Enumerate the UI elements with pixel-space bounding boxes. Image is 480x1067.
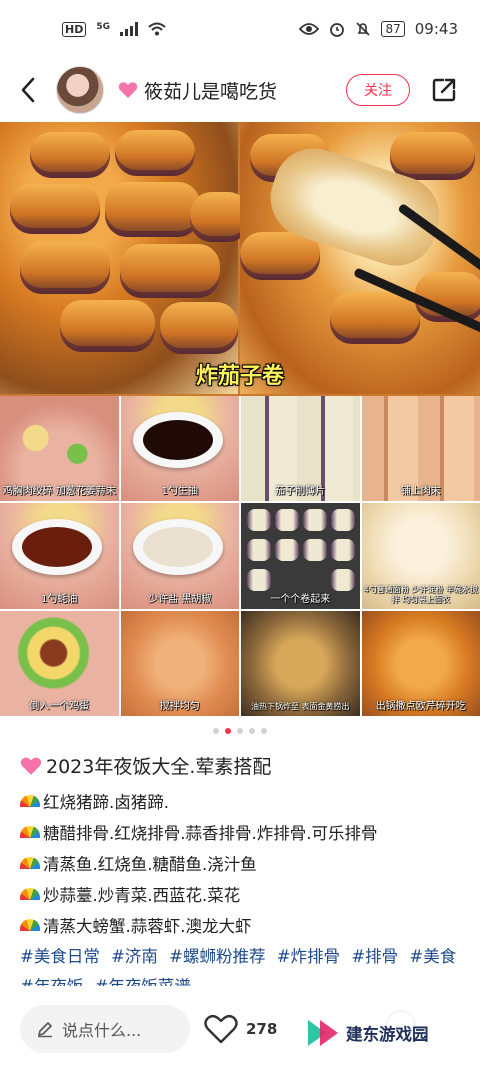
- wifi-icon: [148, 22, 166, 36]
- hashtag-link[interactable]: #年夜饭: [20, 977, 83, 986]
- hashtag-link[interactable]: #螺蛳粉推荐: [169, 947, 265, 966]
- hashtag-link[interactable]: #美食日常: [20, 947, 100, 966]
- post-content: 2023年夜饭大全.荤素搭配 红烧猪蹄.卤猪蹄. 糖醋排骨.红烧排骨.蒜香排骨.…: [20, 752, 466, 986]
- like-button[interactable]: 278: [204, 1014, 277, 1044]
- step-label: 一个个卷起来: [270, 593, 331, 605]
- comment-placeholder: 说点什么...: [62, 1020, 142, 1040]
- page-dot: [237, 728, 243, 734]
- step-cell: 出锅撒点欧芹碎开吃: [361, 610, 480, 716]
- image-carousel[interactable]: 炸茄子卷 鸡胸肉绞碎 加葱花姜蒜末 1勺生抽 茄子削薄片 铺上肉末 1勺蚝油 少…: [0, 122, 480, 716]
- hashtag-link[interactable]: #美食: [409, 947, 456, 966]
- page-dot: [261, 728, 267, 734]
- author-avatar[interactable]: [56, 66, 104, 114]
- step-cell: 鸡胸肉绞碎 加葱花姜蒜末: [0, 396, 119, 502]
- post-line: 红烧猪蹄.卤猪蹄.: [20, 787, 466, 818]
- comment-input[interactable]: 说点什么...: [20, 1004, 190, 1053]
- hashtag-link[interactable]: #年夜饭菜谱: [95, 977, 191, 986]
- pink-heart-icon: [118, 82, 138, 98]
- hero-title: 炸茄子卷: [195, 364, 284, 389]
- hashtag-list: #美食日常 #济南 #螺蛳粉推荐 #炸排骨 #排骨 #美食 #年夜饭 #年夜饭菜…: [20, 942, 466, 986]
- fried-rolls-photo: [0, 122, 250, 394]
- step-label: 1勺生抽: [161, 486, 198, 498]
- signal-icon: [120, 22, 138, 36]
- post-line: 糖醋排骨.红烧排骨.蒜香排骨.炸排骨.可乐排骨: [20, 818, 466, 849]
- step-label: 倒入一个鸡蛋: [29, 701, 90, 712]
- carousel-pagination: [0, 728, 480, 734]
- post-line-text: 红烧猪蹄.卤猪蹄.: [43, 793, 169, 812]
- step-cell: 1勺生抽: [120, 396, 239, 502]
- post-line: 炒蒜薹.炒青菜.西蓝花.菜花: [20, 880, 466, 911]
- step-cell: 少许盐 黑胡椒: [120, 503, 239, 609]
- step-cell: 油热下锅炸至 表面金黄捞出: [241, 610, 360, 716]
- author-name: 筱茹儿是噶吃货: [144, 80, 278, 103]
- pink-heart-icon: [20, 757, 42, 775]
- step-label: 出锅撒点欧芹碎开吃: [375, 701, 466, 712]
- watermark: 建东游戏园: [302, 1010, 462, 1056]
- step-label: 少许盐 黑胡椒: [148, 593, 212, 605]
- network-type: 5G: [96, 21, 110, 32]
- post-title: 2023年夜饭大全.荤素搭配: [46, 756, 272, 778]
- like-count: 278: [246, 1019, 278, 1038]
- step-label: 铺上肉末: [400, 486, 441, 498]
- alarm-icon: [330, 23, 345, 37]
- heart-outline-icon: [204, 1014, 238, 1043]
- back-button[interactable]: [0, 58, 56, 122]
- post-line-text: 炒蒜薹.炒青菜.西蓝花.菜花: [43, 886, 241, 905]
- watermark-logo-icon: [308, 1020, 338, 1046]
- step-label: 茄子削薄片: [275, 486, 326, 498]
- step-cell: 搅拌均匀: [120, 610, 239, 716]
- rainbow-icon: [20, 856, 40, 869]
- step-label: 鸡胸肉绞碎 加葱花姜蒜末: [2, 486, 116, 498]
- step-cell: 4勺普通面粉 少许淀粉 半碗水搅拌 均匀裹上面衣: [361, 503, 480, 609]
- eye-icon: [299, 23, 320, 35]
- step-label: 搅拌均匀: [159, 701, 200, 712]
- post-line-text: 清蒸大螃蟹.蒜蓉虾.澳龙大虾: [43, 917, 252, 936]
- step-label: 油热下锅炸至 表面金黄捞出: [250, 702, 350, 711]
- step-label: 4勺普通面粉 少许淀粉 半碗水搅拌 均匀裹上面衣: [363, 584, 478, 604]
- share-button[interactable]: [426, 72, 462, 108]
- post-line: 清蒸大螃蟹.蒜蓉虾.澳龙大虾: [20, 911, 466, 942]
- pencil-icon: [38, 1021, 52, 1037]
- hashtag-link[interactable]: #炸排骨: [277, 947, 340, 966]
- status-left: HD 5G: [62, 21, 166, 37]
- status-bar: HD 5G 87 09:43: [0, 0, 480, 58]
- step-cell: 倒入一个鸡蛋: [0, 610, 119, 716]
- cut-roll-photo: [240, 122, 480, 394]
- step-cell: 茄子削薄片: [241, 396, 360, 502]
- step-cell: 1勺蚝油: [0, 503, 119, 609]
- hashtag-link[interactable]: #济南: [111, 947, 158, 966]
- post-line-text: 糖醋排骨.红烧排骨.蒜香排骨.炸排骨.可乐排骨: [43, 824, 378, 843]
- page-dot: [249, 728, 255, 734]
- share-icon: [432, 78, 456, 102]
- post-line-text: 清蒸鱼.红烧鱼.糖醋鱼.浇汁鱼: [43, 855, 257, 874]
- page-dot-active: [225, 728, 231, 734]
- battery-icon: 87: [381, 21, 405, 37]
- rainbow-icon: [20, 918, 40, 931]
- post-header: 筱茹儿是噶吃货 关注: [0, 58, 480, 122]
- hashtag-link[interactable]: #排骨: [351, 947, 398, 966]
- post-title-row: 2023年夜饭大全.荤素搭配: [20, 752, 466, 779]
- rainbow-icon: [20, 794, 40, 807]
- step-label: 1勺蚝油: [41, 593, 78, 605]
- clock: 09:43: [414, 20, 458, 38]
- watermark-text: 建东游戏园: [346, 1025, 429, 1044]
- step-cell: 一个个卷起来: [241, 503, 360, 609]
- rainbow-icon: [20, 825, 40, 838]
- post-line: 清蒸鱼.红烧鱼.糖醋鱼.浇汁鱼: [20, 849, 466, 880]
- follow-button[interactable]: 关注: [346, 74, 410, 106]
- hd-indicator: HD: [62, 21, 87, 37]
- step-cell: 铺上肉末: [361, 396, 480, 502]
- status-right: 87 09:43: [299, 20, 458, 38]
- mute-icon: [356, 22, 371, 36]
- hero-image: 炸茄子卷: [0, 122, 480, 394]
- author-name-group[interactable]: 筱茹儿是噶吃货: [118, 77, 346, 104]
- rainbow-icon: [20, 887, 40, 900]
- page-dot: [213, 728, 219, 734]
- recipe-steps-grid: 鸡胸肉绞碎 加葱花姜蒜末 1勺生抽 茄子削薄片 铺上肉末 1勺蚝油 少许盐 黑胡…: [0, 396, 480, 716]
- chevron-left-icon: [21, 77, 35, 103]
